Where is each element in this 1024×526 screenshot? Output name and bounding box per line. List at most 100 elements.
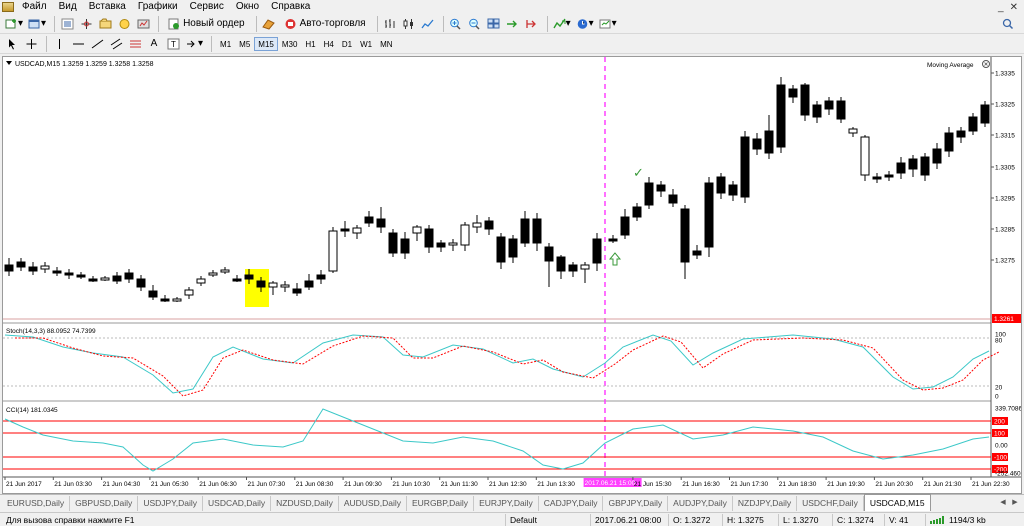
timeframe-m30[interactable]: M30 (278, 37, 302, 51)
auto-trading-label: Авто-торговля (299, 18, 366, 29)
zoom-in-button[interactable] (448, 16, 464, 32)
profiles-button[interactable]: ▾ (27, 16, 47, 32)
new-order-label: Новый ордер (183, 18, 245, 29)
candle-body (860, 136, 870, 176)
tester-button[interactable] (135, 16, 151, 32)
tab-usdcad-daily[interactable]: USDCAD,Daily (203, 496, 272, 511)
close-button[interactable]: ✕ (1010, 2, 1018, 13)
candle-body (340, 228, 350, 232)
menu-file[interactable]: Файл (16, 0, 53, 14)
templates-icon (599, 19, 611, 28)
time-tick-label: 21 Jun 10:30 (392, 481, 430, 488)
trendline-tool[interactable] (89, 36, 105, 52)
timeframe-h1[interactable]: H1 (301, 37, 319, 51)
chart-canvas[interactable]: ✓ 1.3261 USDCAD,M15 1.3259 1.3259 1.3258… (3, 57, 1021, 493)
status-profile[interactable]: Default (505, 514, 537, 526)
tile-windows-button[interactable] (486, 16, 502, 32)
indicators-button[interactable]: ▾ (552, 16, 572, 32)
auto-trading-button[interactable]: Авто-торговля (280, 16, 370, 32)
candlestick-button[interactable] (401, 16, 417, 32)
candle-body (932, 148, 942, 164)
time-tick-label: 21 Jun 06:30 (199, 481, 237, 488)
navigator-button[interactable] (97, 16, 113, 32)
text-label-tool[interactable]: T (165, 36, 181, 52)
minimize-button[interactable]: _ (998, 2, 1004, 13)
menu-view[interactable]: Вид (53, 0, 83, 14)
cci-tick-label: 339.7086 (995, 406, 1021, 413)
tab-nzdjpy-daily[interactable]: NZDJPY,Daily (733, 496, 798, 511)
horizontal-line-tool[interactable] (70, 36, 86, 52)
menu-tools[interactable]: Сервис (184, 0, 230, 14)
candle-body (956, 130, 966, 138)
time-tick-label: 21 Jun 19:30 (827, 481, 865, 488)
tab-scroll-left-icon[interactable]: ◀ (998, 498, 1008, 508)
vertical-line-icon (58, 38, 60, 49)
app-icon[interactable] (2, 2, 14, 12)
chart-shift-button[interactable] (524, 16, 540, 32)
tab-scroll-right-icon[interactable]: ▶ (1010, 498, 1020, 508)
candle-body (160, 298, 170, 302)
status-bar: Для вызова справки нажмите F1 Default 20… (0, 512, 1024, 526)
timeframe-m1[interactable]: M1 (216, 37, 235, 51)
expert-editor-button[interactable] (261, 16, 277, 32)
timeframe-mn[interactable]: MN (376, 37, 396, 51)
tab-usdjpy-daily[interactable]: USDJPY,Daily (138, 496, 204, 511)
tab-gbpusd-daily[interactable]: GBPUSD,Daily (70, 496, 139, 511)
timeframe-w1[interactable]: W1 (356, 37, 376, 51)
meta-editor-icon (262, 18, 275, 30)
tab-audjpy-daily[interactable]: AUDJPY,Daily (668, 496, 733, 511)
candles-group (4, 77, 990, 302)
templates-button[interactable]: ▾ (598, 16, 618, 32)
market-watch-button[interactable] (59, 16, 75, 32)
time-tick-label: 21 Jun 22:30 (972, 481, 1010, 488)
tab-nzdusd-daily[interactable]: NZDUSD,Daily (271, 496, 339, 511)
vertical-line-tool[interactable] (51, 36, 67, 52)
candle-body (16, 261, 26, 268)
tab-gbpjpy-daily[interactable]: GBPJPY,Daily (603, 496, 669, 511)
cursor-icon (8, 38, 15, 49)
tab-usdchf-daily[interactable]: USDCHF,Daily (797, 496, 864, 511)
timeframe-h4[interactable]: H4 (320, 37, 338, 51)
tab-cadjpy-daily[interactable]: CADJPY,Daily (539, 496, 604, 511)
menu-charts[interactable]: Графики (132, 0, 184, 14)
text-tool[interactable]: A (146, 36, 162, 52)
timeframe-d1[interactable]: D1 (338, 37, 356, 51)
status-connection[interactable]: 1194/3 kb (925, 514, 986, 526)
chart-info-arrow-icon (6, 61, 12, 65)
fibonacci-tool[interactable] (127, 36, 143, 52)
timeframe-m5[interactable]: M5 (235, 37, 254, 51)
line-chart-button[interactable] (420, 16, 436, 32)
new-order-button[interactable]: Новый ордер (163, 16, 249, 32)
terminal-window: Файл Вид Вставка Графики Сервис Окно Спр… (0, 0, 1024, 526)
arrows-tool[interactable]: ▾ (184, 36, 204, 52)
cursor-tool[interactable] (4, 36, 20, 52)
tab-eurgbp-daily[interactable]: EURGBP,Daily (407, 496, 475, 511)
candle-body (788, 88, 798, 98)
menu-insert[interactable]: Вставка (83, 0, 132, 14)
candle-body (268, 282, 278, 288)
periods-button[interactable]: ▾ (575, 16, 595, 32)
candle-body (472, 222, 482, 228)
menu-window[interactable]: Окно (230, 0, 265, 14)
bar-chart-button[interactable] (382, 16, 398, 32)
data-window-button[interactable] (78, 16, 94, 32)
auto-scroll-button[interactable] (505, 16, 521, 32)
cci-tick-label: 0.00 (995, 443, 1008, 450)
tab-usdcad-m15[interactable]: USDCAD,M15 (863, 494, 931, 511)
tab-audusd-daily[interactable]: AUDUSD,Daily (339, 496, 407, 511)
zoom-out-button[interactable] (467, 16, 483, 32)
crosshair-move-icon (81, 18, 92, 29)
search-button[interactable] (1000, 16, 1016, 32)
new-chart-button[interactable]: ▾ (4, 16, 24, 32)
channel-tool[interactable] (108, 36, 124, 52)
menu-help[interactable]: Справка (265, 0, 316, 14)
timeframe-m15[interactable]: M15 (254, 36, 278, 51)
terminal-button[interactable] (116, 16, 132, 32)
connection-bars-icon (930, 516, 944, 524)
crosshair-tool[interactable] (23, 36, 39, 52)
buy-arrow-icon[interactable] (608, 252, 622, 266)
chart-window[interactable]: ✓ 1.3261 USDCAD,M15 1.3259 1.3259 1.3258… (2, 56, 1022, 494)
tab-eurjpy-daily[interactable]: EURJPY,Daily (474, 496, 539, 511)
candle-body (884, 174, 894, 178)
tab-eurusd-daily[interactable]: EURUSD,Daily (2, 496, 71, 511)
